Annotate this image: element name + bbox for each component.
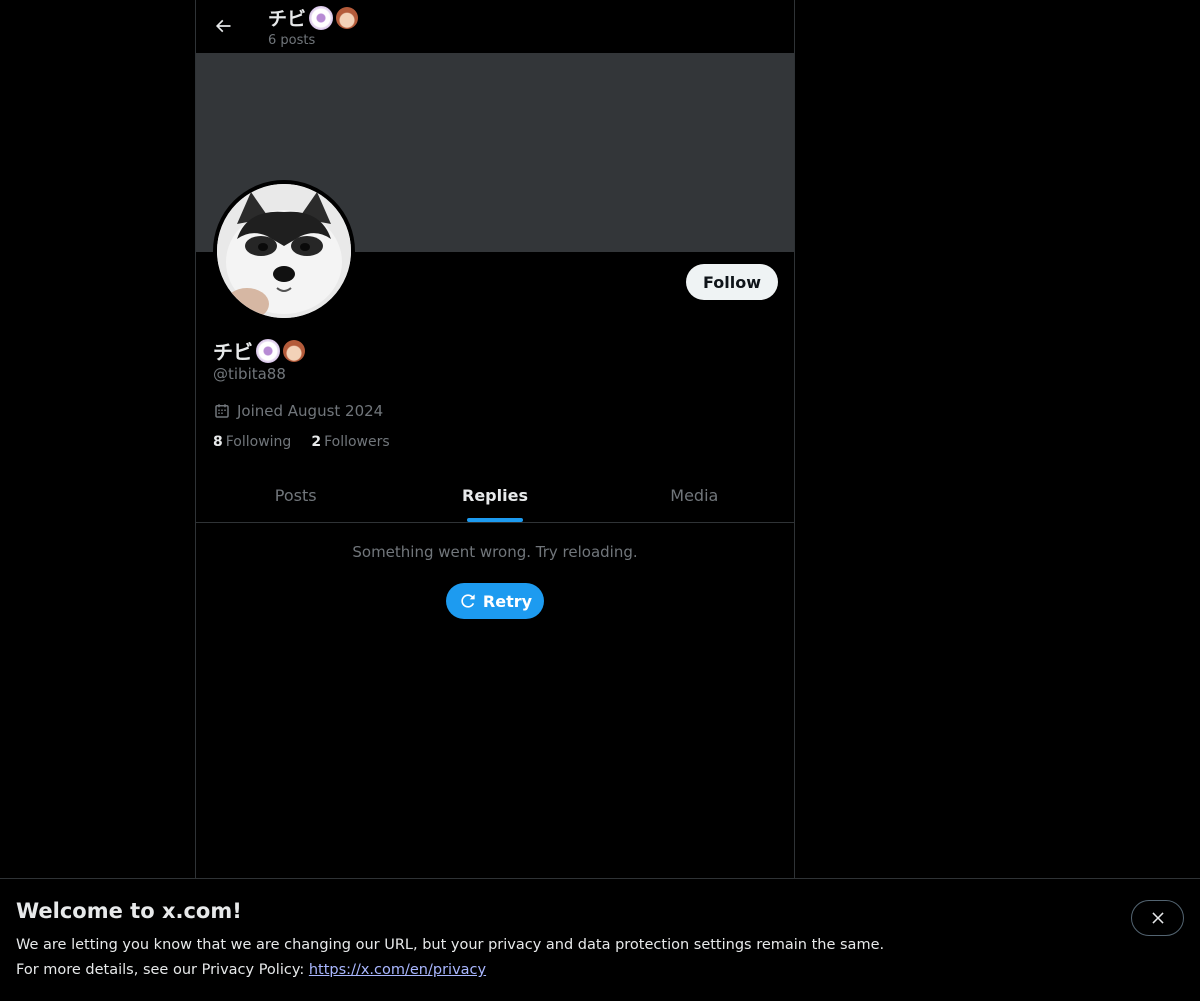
notice-title: Welcome to x.com! <box>16 899 242 923</box>
followers-link[interactable]: 2 Followers <box>311 434 389 450</box>
tab-replies-label: Replies <box>462 486 528 505</box>
active-tab-indicator <box>466 518 523 522</box>
flower-emoji-icon <box>309 5 334 30</box>
refresh-icon <box>461 594 475 608</box>
display-name-text: チビ <box>213 340 253 364</box>
close-icon <box>1151 912 1164 924</box>
joined-date: Joined August 2024 <box>213 402 383 420</box>
notice-message: We are letting you know that we are chan… <box>16 937 885 953</box>
tab-posts-label: Posts <box>274 486 317 505</box>
close-notice-button[interactable] <box>1131 900 1184 936</box>
back-button[interactable] <box>210 13 236 39</box>
joined-text: Joined August 2024 <box>237 402 384 420</box>
following-count: 8 <box>213 434 223 450</box>
flower-emoji-icon <box>256 338 280 363</box>
header-display-name: チビ <box>268 4 359 31</box>
header-name-text: チビ <box>268 8 307 30</box>
tab-media-label: Media <box>670 486 719 505</box>
following-label: Following <box>225 434 292 450</box>
retry-button[interactable]: Retry <box>446 583 544 619</box>
header-posts-count: 6 posts <box>268 33 316 48</box>
tab-replies[interactable]: Replies <box>395 469 594 522</box>
dog-emoji-icon <box>336 6 359 29</box>
followers-count: 2 <box>311 434 322 450</box>
retry-label: Retry <box>482 591 533 611</box>
followers-label: Followers <box>324 434 390 450</box>
following-link[interactable]: 8 Following <box>213 434 291 450</box>
url-change-notice: Welcome to x.com! We are letting you kno… <box>0 878 1200 1001</box>
husky-avatar-image <box>217 184 351 318</box>
dog-emoji-icon <box>283 339 305 362</box>
notice-details-prefix: For more details, see our Privacy Policy… <box>16 962 309 978</box>
calendar-icon <box>215 404 229 418</box>
user-handle: @tibita88 <box>213 365 286 383</box>
avatar[interactable] <box>213 180 355 322</box>
tab-posts[interactable]: Posts <box>196 469 395 522</box>
notice-details: For more details, see our Privacy Policy… <box>16 962 486 978</box>
follow-stats: 8 Following 2 Followers <box>213 434 390 450</box>
profile-tabs: Posts Replies Media <box>196 469 794 523</box>
follow-button[interactable]: Follow <box>685 264 778 300</box>
tab-media[interactable]: Media <box>595 469 794 522</box>
privacy-policy-link[interactable]: https://x.com/en/privacy <box>309 962 486 978</box>
display-name: チビ <box>213 336 305 365</box>
error-message: Something went wrong. Try reloading. <box>352 543 638 561</box>
profile-column: チビ 6 posts Follow チビ @tibita88 Joined Au… <box>195 0 795 1000</box>
arrow-left-icon <box>215 19 231 33</box>
profile-header: チビ 6 posts <box>196 0 794 53</box>
